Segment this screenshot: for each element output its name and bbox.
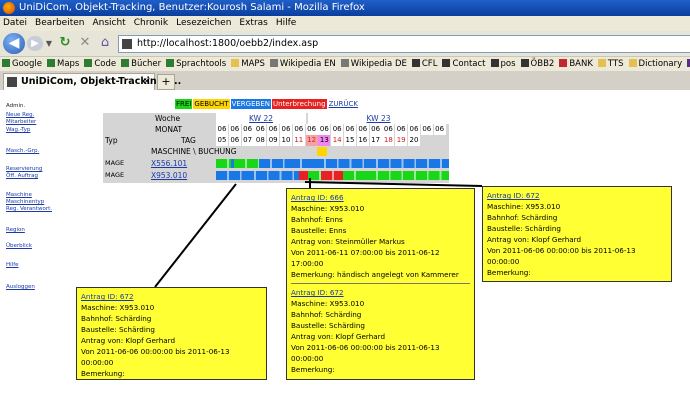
popup-bahnhof: Bahnhof: Schärding <box>81 314 152 323</box>
popup-bahnhof: Bahnhof: Enns <box>291 215 343 224</box>
popup-maschine: Maschine: X953.010 <box>291 299 365 308</box>
popup-title[interactable]: Antrag ID: 672 <box>487 190 667 201</box>
popup-divider <box>291 283 470 284</box>
popup-title[interactable]: Antrag ID: 672 <box>291 287 470 298</box>
popup-zeitraum-ende: 00:00:00 <box>81 358 114 367</box>
booking-popup-672-left: Antrag ID: 672 Maschine: X953.010 Bahnho… <box>76 287 267 380</box>
popup-baustelle: Baustelle: Schärding <box>81 325 155 334</box>
popup-antrag-von: Antrag von: Klopf Gerhard <box>487 235 582 244</box>
popup-zeitraum-ende: 00:00:00 <box>291 354 324 363</box>
popup-baustelle: Baustelle: Schärding <box>291 321 365 330</box>
popup-title[interactable]: Antrag ID: 672 <box>81 291 262 302</box>
popup-bahnhof: Bahnhof: Schärding <box>487 213 558 222</box>
popup-zeitraum: Von 2011-06-06 00:00:00 bis 2011-06-13 <box>81 347 230 356</box>
popup-zeitraum-ende: 17:00:00 <box>291 259 324 268</box>
popup-maschine: Maschine: X953.010 <box>487 202 561 211</box>
popup-bemerkung: Bemerkung: <box>487 268 531 277</box>
popup-zeitraum: Von 2011-06-06 00:00:00 bis 2011-06-13 <box>487 246 636 255</box>
popup-antrag-von: Antrag von: Klopf Gerhard <box>81 336 176 345</box>
popup-bemerkung: Bemerkung: händisch angelegt von Kammere… <box>291 270 459 279</box>
popup-zeitraum-ende: 00:00:00 <box>487 257 520 266</box>
connector-line <box>154 183 237 288</box>
popup-zeitraum: Von 2011-06-11 07:00:00 bis 2011-06-12 <box>291 248 440 257</box>
connector-line <box>304 181 483 187</box>
popup-maschine: Maschine: X953.010 <box>291 204 365 213</box>
popup-antrag-von: Antrag von: Steinmüller Markus <box>291 237 405 246</box>
popup-baustelle: Baustelle: Enns <box>291 226 347 235</box>
booking-popup-672-right: Antrag ID: 672 Maschine: X953.010 Bahnho… <box>482 186 672 282</box>
popup-antrag-von: Antrag von: Klopf Gerhard <box>291 332 386 341</box>
popup-maschine: Maschine: X953.010 <box>81 303 155 312</box>
popup-bemerkung: Bemerkung: <box>81 369 125 378</box>
popup-zeitraum: Von 2011-06-06 00:00:00 bis 2011-06-13 <box>291 343 440 352</box>
popup-bahnhof: Bahnhof: Schärding <box>291 310 362 319</box>
booking-popup-combined: Antrag ID: 666 Maschine: X953.010 Bahnho… <box>286 188 475 380</box>
popup-title[interactable]: Antrag ID: 666 <box>291 192 470 203</box>
popup-bemerkung: Bemerkung: <box>291 365 335 374</box>
popup-baustelle: Baustelle: Schärding <box>487 224 561 233</box>
